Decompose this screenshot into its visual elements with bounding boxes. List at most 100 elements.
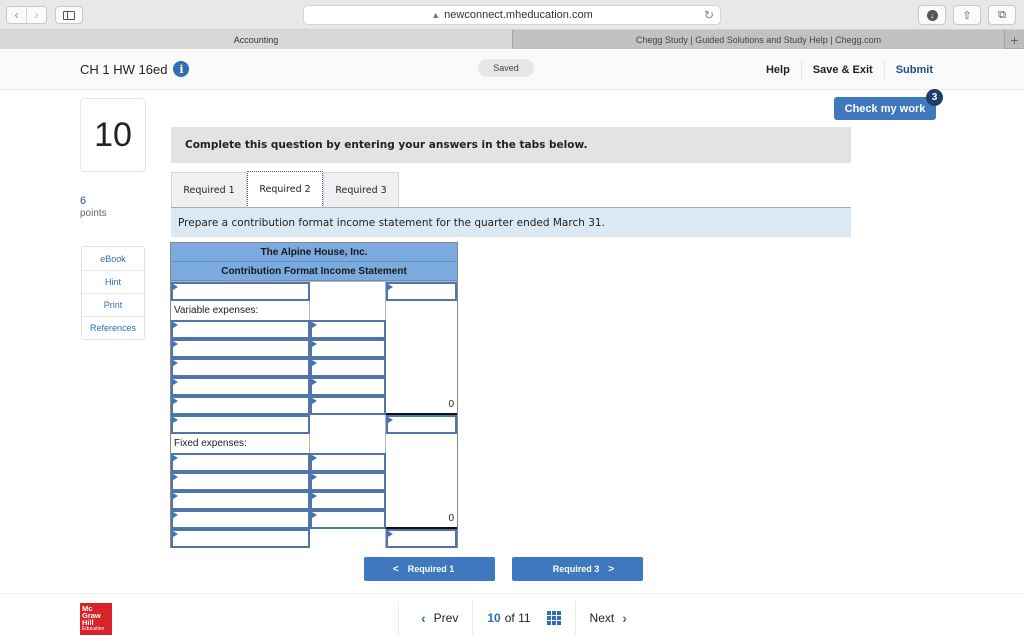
answer-input[interactable] — [171, 415, 310, 434]
statement-row — [171, 338, 457, 358]
browser-tab-chegg[interactable]: Chegg Study | Guided Solutions and Study… — [512, 30, 1004, 49]
answer-input[interactable] — [310, 339, 386, 358]
answer-input[interactable] — [171, 529, 310, 548]
statement-value: 0 — [386, 396, 457, 415]
hint-link[interactable]: Hint — [82, 270, 144, 293]
share-icon: ⇧ — [962, 9, 972, 22]
save-exit-link[interactable]: Save & Exit — [800, 60, 884, 80]
statement-row — [171, 357, 457, 377]
sidebar-icon — [63, 10, 75, 20]
resource-links: eBook Hint Print References — [81, 246, 145, 340]
next-question-button[interactable]: Next › — [574, 600, 649, 635]
prev-question-button[interactable]: ‹ Prev — [398, 600, 472, 635]
new-tab-button[interactable]: + — [1004, 30, 1024, 49]
answer-input[interactable] — [386, 529, 457, 548]
back-button[interactable]: ‹ — [7, 7, 26, 23]
print-link[interactable]: Print — [82, 293, 144, 316]
statement-row — [171, 319, 457, 339]
answer-input[interactable] — [310, 358, 386, 377]
next-requirement-button[interactable]: Required 3 > — [512, 557, 643, 581]
answer-input[interactable] — [386, 415, 457, 434]
statement-value — [386, 320, 457, 339]
prev-requirement-label: Required 1 — [407, 564, 455, 574]
answer-input[interactable] — [171, 377, 310, 396]
show-tabs-button[interactable]: ⧉ — [988, 5, 1016, 25]
save-status-badge: Saved — [478, 59, 534, 77]
answer-input[interactable] — [171, 339, 310, 358]
chevron-right-icon: › — [34, 8, 39, 22]
logo-line: Hill — [82, 618, 94, 627]
statement-row — [171, 281, 457, 301]
statement-row — [171, 452, 457, 472]
answer-input[interactable] — [171, 358, 310, 377]
ebook-link[interactable]: eBook — [82, 247, 144, 270]
answer-input[interactable] — [171, 491, 310, 510]
question-prompt: Prepare a contribution format income sta… — [171, 207, 851, 237]
references-link[interactable]: References — [82, 316, 144, 339]
answer-input[interactable] — [171, 510, 310, 529]
downloads-button[interactable]: ↓ — [918, 5, 946, 25]
statement-value — [310, 282, 386, 301]
instructions: Complete this question by entering your … — [171, 127, 851, 163]
plus-icon: + — [1010, 31, 1019, 48]
next-label: Next — [589, 610, 615, 625]
info-icon[interactable]: i — [173, 61, 190, 77]
statement-title: Contribution Format Income Statement — [171, 262, 457, 281]
check-my-work-button[interactable]: Check my work — [834, 97, 936, 120]
chevron-right-icon: › — [622, 609, 627, 626]
sidebar-toggle-button[interactable] — [55, 6, 83, 24]
forward-button[interactable]: › — [26, 7, 46, 23]
answer-input[interactable] — [310, 453, 386, 472]
answer-input[interactable] — [171, 453, 310, 472]
row-label: Fixed expenses: — [171, 434, 310, 453]
statement-row — [171, 471, 457, 491]
statement-value — [386, 358, 457, 377]
chevron-right-icon: > — [608, 563, 615, 575]
header-links: Help Save & Exit Submit — [755, 50, 944, 90]
share-button[interactable]: ⇧ — [953, 5, 981, 25]
answer-input[interactable] — [310, 510, 386, 529]
browser-tabbar: Accounting Chegg Study | Guided Solution… — [0, 30, 1024, 49]
chevron-left-icon: ‹ — [421, 609, 426, 626]
footer: Mc Graw Hill Education ‹ Prev 10 of 11 N… — [0, 593, 1024, 640]
statement-value — [310, 415, 386, 434]
checks-remaining-badge: 3 — [926, 89, 943, 106]
submit-link[interactable]: Submit — [883, 60, 944, 80]
answer-input[interactable] — [310, 472, 386, 491]
lock-icon: ▲ — [431, 10, 441, 20]
tab-required-3[interactable]: Required 3 — [323, 172, 399, 207]
chevron-left-icon: < — [392, 563, 399, 575]
tab-required-2[interactable]: Required 2 — [247, 171, 323, 208]
mcgraw-hill-logo: Mc Graw Hill Education — [80, 603, 112, 635]
answer-input[interactable] — [310, 377, 386, 396]
statement-row: 0 — [171, 395, 457, 415]
page-indicator: 10 of 11 — [472, 600, 574, 635]
address-bar[interactable]: ▲ newconnect.mheducation.com ↻ — [303, 5, 721, 25]
next-requirement-label: Required 3 — [552, 564, 600, 574]
answer-input[interactable] — [386, 282, 457, 301]
answer-input[interactable] — [171, 282, 310, 301]
prev-requirement-button[interactable]: < Required 1 — [364, 557, 495, 581]
tab-required-1[interactable]: Required 1 — [171, 172, 247, 207]
statement-value — [310, 301, 386, 320]
statement-value — [386, 339, 457, 358]
answer-input[interactable] — [310, 320, 386, 339]
statement-row: Variable expenses: — [171, 300, 457, 320]
question-grid-icon[interactable] — [546, 610, 561, 625]
reload-icon[interactable]: ↻ — [704, 8, 714, 22]
statement-value: 0 — [386, 510, 457, 529]
browser-tab-accounting[interactable]: Accounting — [0, 30, 512, 49]
help-link[interactable]: Help — [755, 60, 801, 80]
answer-input[interactable] — [310, 491, 386, 510]
question-pager: ‹ Prev 10 of 11 Next › — [398, 594, 649, 641]
row-label: Variable expenses: — [171, 301, 310, 320]
app-header: CH 1 HW 16ed i Saved Help Save & Exit Su… — [0, 50, 1024, 90]
answer-input[interactable] — [310, 396, 386, 415]
statement-row: 0 — [171, 509, 457, 529]
statement-value — [386, 377, 457, 396]
answer-input[interactable] — [171, 472, 310, 491]
answer-input[interactable] — [171, 396, 310, 415]
answer-input[interactable] — [171, 320, 310, 339]
statement-value — [310, 434, 386, 453]
statement-row — [171, 490, 457, 510]
